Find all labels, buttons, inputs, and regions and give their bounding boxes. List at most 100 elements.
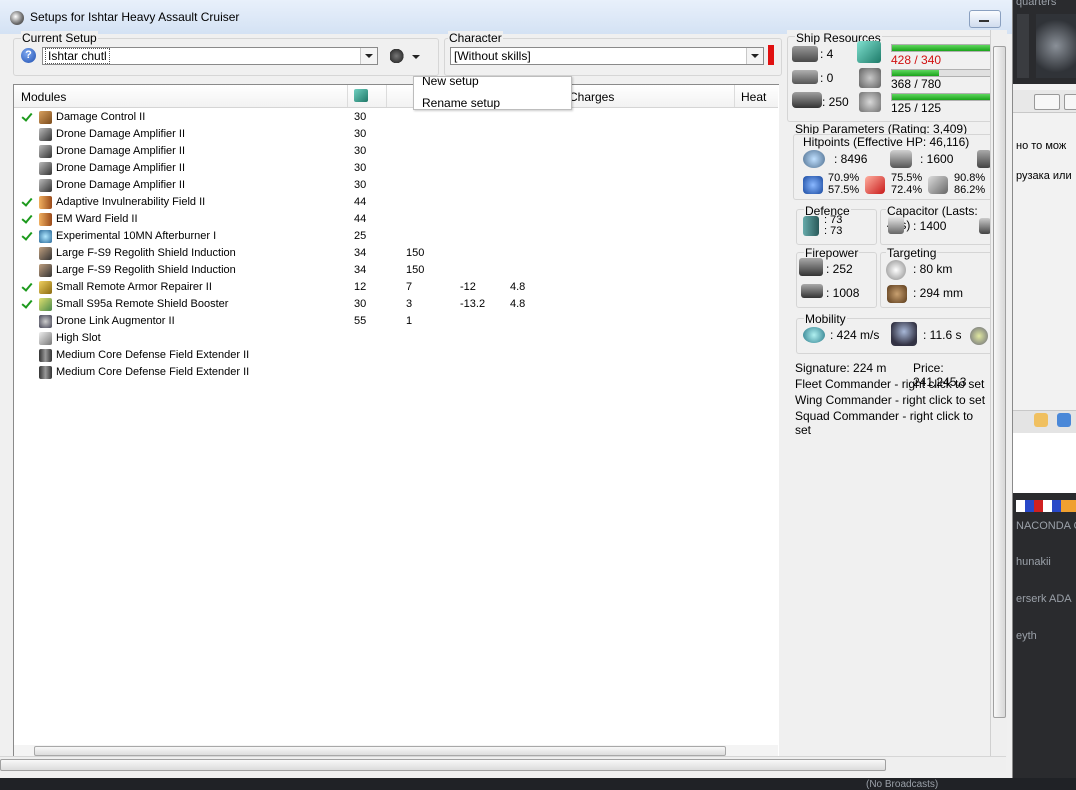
resist-1b: 57.5% [828, 184, 860, 196]
calibration-bar-fill [892, 94, 992, 100]
squad-commander-text[interactable]: Squad Commander - right click to set [795, 409, 990, 437]
capacitor-value: : 1400 [913, 219, 947, 233]
module-name: Medium Core Defense Field Extender II [56, 349, 250, 361]
table-row[interactable]: Drone Link Augmentor II 55 1 [14, 313, 778, 330]
velocity-icon [803, 327, 825, 343]
scrollbar-thumb[interactable] [993, 46, 1006, 718]
module-icon [39, 264, 52, 277]
module-charges: 150 [406, 264, 425, 276]
table-row[interactable]: Drone Damage Amplifier II 30 [14, 177, 778, 194]
clock-icon[interactable] [1034, 413, 1048, 427]
table-row[interactable]: Medium Core Defense Field Extender II [14, 347, 778, 364]
scrollbar-thumb[interactable] [34, 746, 726, 756]
table-row[interactable]: Large F-S9 Regolith Shield Induction 34 15… [14, 262, 778, 279]
setup-select[interactable]: Ishtar chutl [42, 47, 378, 65]
pilot-name-4[interactable]: eyth [1016, 630, 1037, 642]
table-row[interactable]: High Slot [14, 330, 778, 347]
scrollbar-thumb[interactable] [0, 759, 886, 771]
powergrid-value: 368 / 780 [891, 77, 942, 91]
resist-3a: 90.8% [954, 172, 986, 184]
table-row[interactable]: Small Remote Armor Repairer II 12 7 -12 4.8 [14, 279, 778, 296]
chat-icon[interactable] [1057, 413, 1071, 427]
setup-tools-icon[interactable] [390, 49, 406, 63]
cpu-bar [891, 44, 993, 52]
check-icon[interactable] [22, 298, 32, 308]
module-icon [39, 230, 52, 243]
module-cpu: 55 [354, 315, 367, 327]
module-value: -12 [460, 281, 476, 293]
module-charges: 150 [406, 247, 425, 259]
flag-icons [1016, 500, 1076, 512]
table-row[interactable]: Drone Damage Amplifier II 30 [14, 143, 778, 160]
table-row[interactable]: Small S95a Remote Shield Booster 30 3 -13.2… [14, 296, 778, 313]
chat-input[interactable] [1013, 433, 1076, 493]
align-time-icon [891, 322, 917, 346]
targeting-range-icon [886, 260, 906, 280]
pilot-name-2[interactable]: hunakii [1016, 556, 1051, 568]
modules-list[interactable]: Modules Charges Heat Damage Control II 30… [13, 84, 781, 758]
calibration-icon [859, 92, 881, 112]
table-row[interactable]: Damage Control II 30 [14, 109, 778, 126]
check-icon[interactable] [22, 213, 32, 223]
powergrid-icon [859, 68, 881, 88]
column-header-heat[interactable]: Heat [741, 90, 766, 104]
module-icon [39, 315, 52, 328]
fleet-commander-text[interactable]: Fleet Commander - right click to set [795, 377, 984, 391]
modules-horizontal-scrollbar[interactable] [14, 745, 778, 756]
module-cpu: 30 [354, 179, 367, 191]
table-row[interactable]: Drone Damage Amplifier II 30 [14, 160, 778, 177]
character-select[interactable]: [Without skills] [450, 47, 764, 65]
background-top-label: quarters [1016, 0, 1057, 8]
calibration-bar [891, 93, 993, 101]
table-row[interactable]: EM Ward Field II 44 [14, 211, 778, 228]
module-name: Drone Damage Amplifier II [56, 128, 185, 140]
chevron-down-icon[interactable] [360, 48, 377, 64]
table-row[interactable]: Medium Core Defense Field Extender II [14, 364, 778, 381]
menu-item-new-setup[interactable]: New setup [422, 77, 479, 88]
module-cpu: 30 [354, 145, 367, 157]
pilot-name-3[interactable]: erserk ADA [1016, 593, 1072, 605]
warp-icon [970, 327, 988, 345]
module-icon [39, 366, 52, 379]
panel-splitter[interactable] [779, 84, 787, 756]
column-header-charges[interactable]: Charges [569, 90, 614, 104]
targeting-value-a: : 80 km [913, 262, 953, 276]
right-vertical-scrollbar[interactable] [990, 30, 1007, 758]
module-icon [39, 111, 52, 124]
check-icon[interactable] [22, 281, 32, 291]
pilot-name-1[interactable]: NACONDA C [1016, 520, 1076, 532]
minimize-button[interactable] [969, 10, 1001, 28]
window-horizontal-scrollbar[interactable] [0, 756, 1006, 772]
launcher-icon [792, 70, 818, 84]
check-icon[interactable] [22, 111, 32, 121]
module-cpu: 44 [354, 213, 367, 225]
table-row[interactable]: Adaptive Invulnerability Field II 44 [14, 194, 778, 211]
shield-hp: : 8496 [834, 152, 868, 166]
app-icon [10, 11, 24, 25]
chat-minimize-button[interactable] [1034, 94, 1060, 110]
targeting-value-b: : 294 mm [913, 286, 964, 300]
chat-line-2: рузака или [1016, 170, 1072, 182]
chevron-down-icon[interactable] [746, 48, 763, 64]
wing-commander-text[interactable]: Wing Commander - right click to set [795, 393, 985, 407]
table-row[interactable]: Large F-S9 Regolith Shield Induction 34 15… [14, 245, 778, 262]
menu-item-rename-setup[interactable]: Rename setup [422, 96, 500, 109]
portrait-1 [1017, 14, 1029, 78]
module-name: High Slot [56, 332, 101, 344]
character-select-value: [Without skills] [454, 49, 531, 63]
chat-restore-button[interactable] [1064, 94, 1076, 110]
table-row[interactable]: Experimental 10MN Afterburner I 25 [14, 228, 778, 245]
module-icon [39, 332, 52, 345]
cpu-column-icon[interactable] [354, 89, 368, 102]
module-cpu: 12 [354, 281, 367, 293]
firepower-value-a: : 252 [826, 262, 853, 276]
column-header-modules[interactable]: Modules [21, 90, 66, 104]
column-divider [386, 85, 387, 107]
check-icon[interactable] [22, 230, 32, 240]
module-name: Adaptive Invulnerability Field II [56, 196, 206, 208]
table-row[interactable]: Drone Damage Amplifier II 30 [14, 126, 778, 143]
help-icon[interactable]: ? [21, 48, 36, 63]
module-cpu: 30 [354, 162, 367, 174]
check-icon[interactable] [22, 196, 32, 206]
setup-menu-chevron-icon[interactable] [412, 55, 420, 59]
